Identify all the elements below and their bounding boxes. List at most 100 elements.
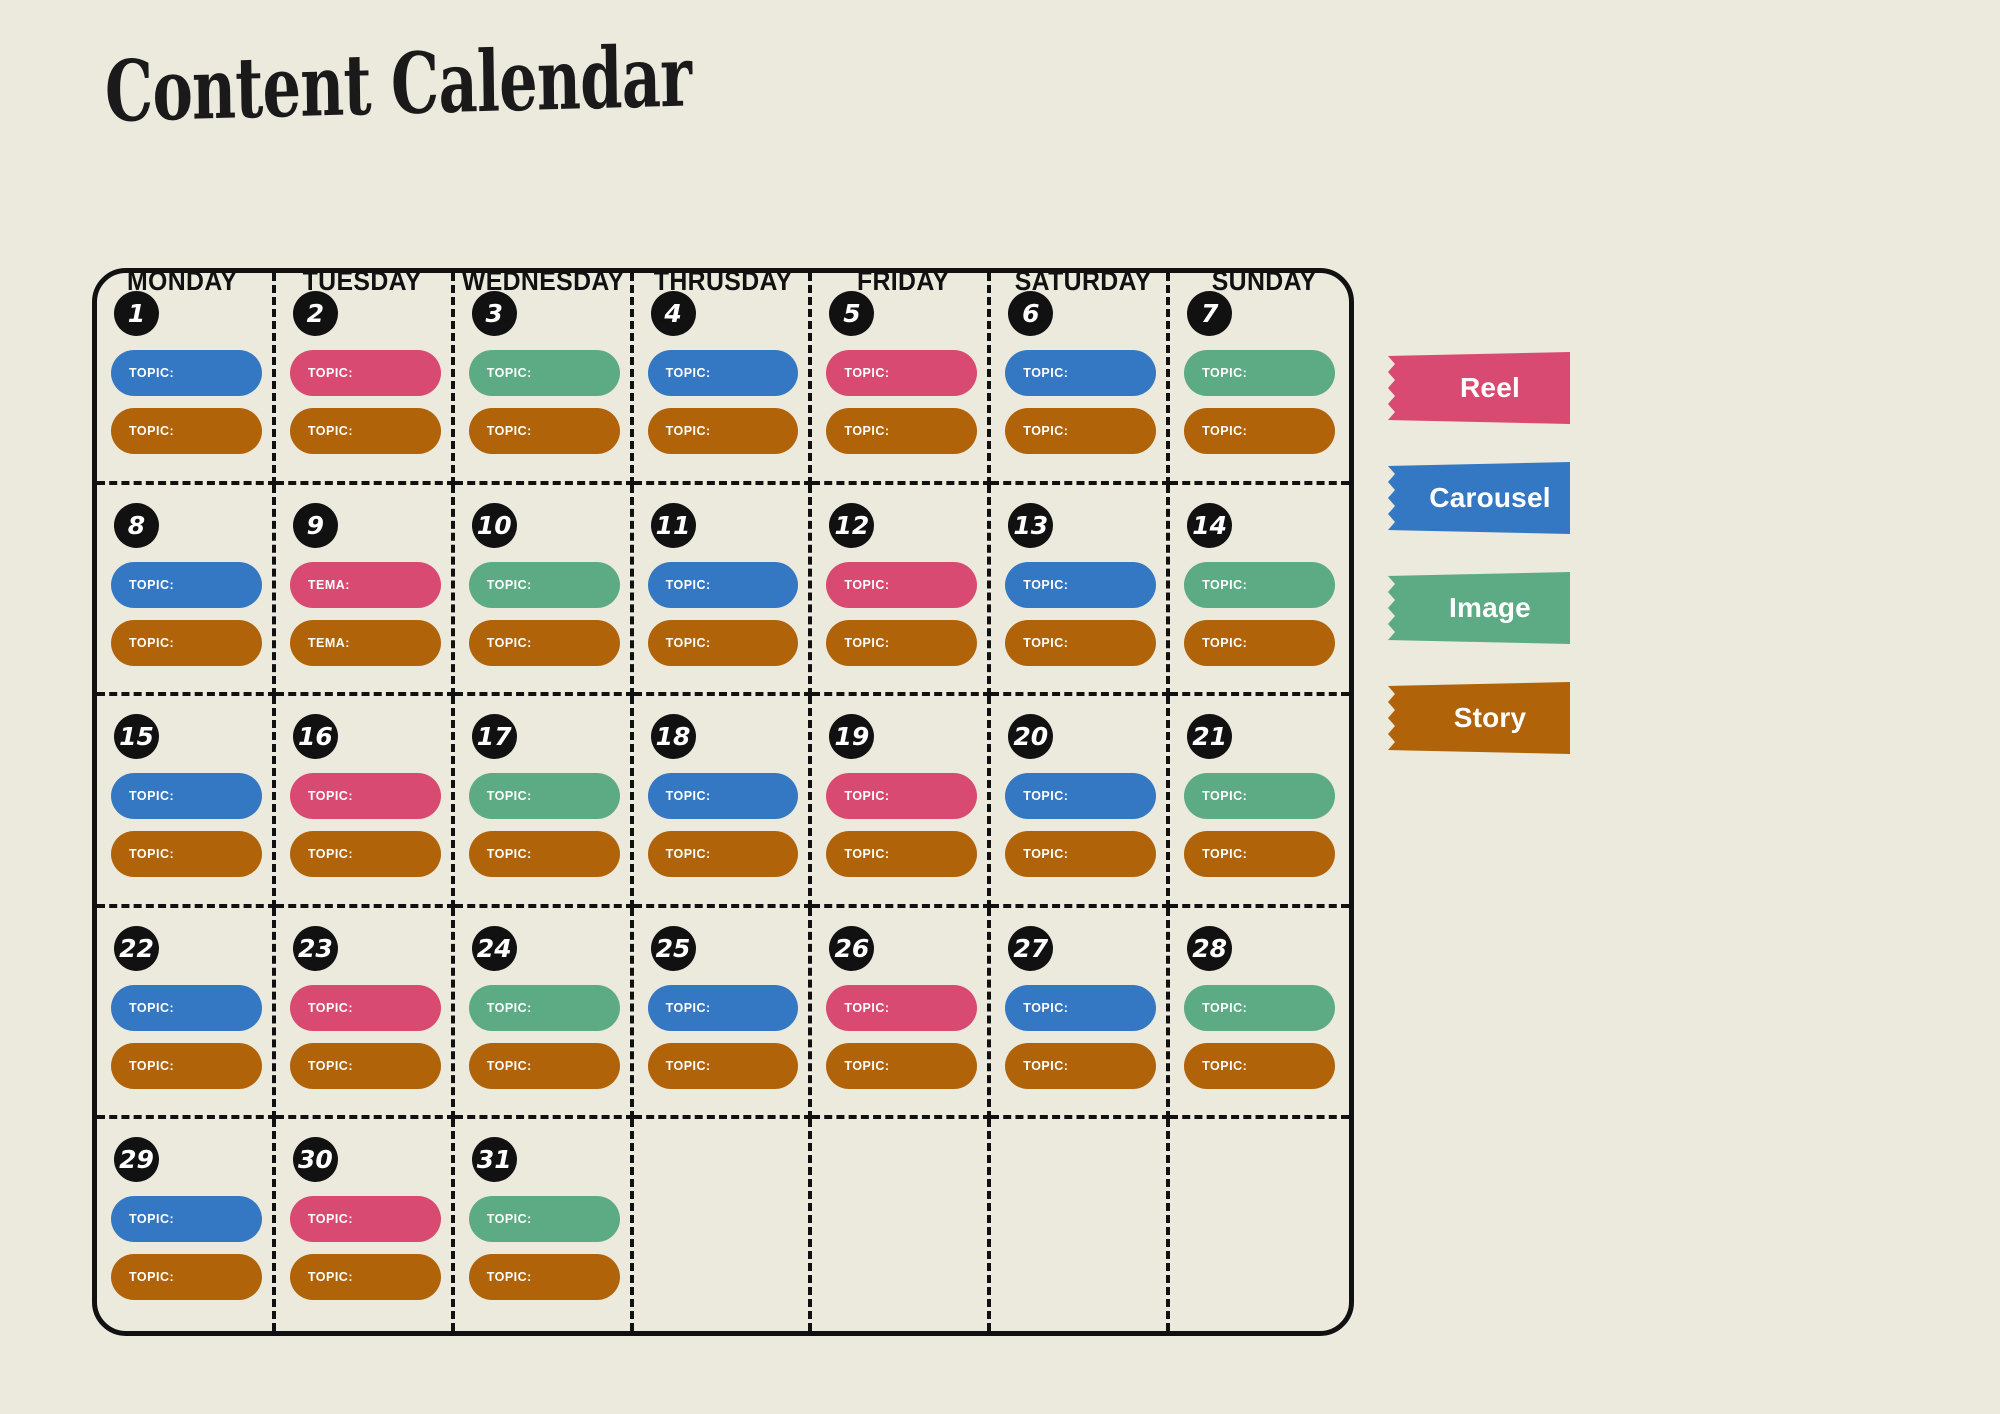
topic-pill-carousel[interactable]: TOPIC: — [111, 773, 262, 820]
topic-pill-carousel[interactable]: TOPIC: — [111, 350, 262, 396]
calendar-cell[interactable] — [812, 1119, 992, 1331]
topic-pill-story[interactable]: TEMA: — [289, 619, 441, 666]
topic-pill-story[interactable]: TOPIC: — [647, 619, 799, 666]
calendar-cell[interactable]: 13 TOPIC: TOPIC: — [991, 484, 1170, 697]
legend-item-reel[interactable]: Reel — [1388, 352, 1570, 424]
topic-pill-reel[interactable]: TOPIC: — [826, 350, 978, 396]
topic-pill-carousel[interactable]: TOPIC: — [647, 773, 799, 820]
topic-pill-image[interactable]: TOPIC: — [1184, 984, 1335, 1031]
calendar-cell[interactable]: 14 TOPIC: TOPIC: — [1170, 485, 1349, 697]
topic-pill-story[interactable]: TOPIC: — [647, 408, 799, 454]
topic-pill-image[interactable]: TOPIC: — [1184, 350, 1335, 396]
topic-pill-story[interactable]: TOPIC: — [826, 408, 978, 454]
calendar-cell[interactable]: 7 TOPIC: TOPIC: — [1170, 273, 1349, 485]
topic-pill-image[interactable]: TOPIC: — [468, 350, 620, 396]
calendar-cell[interactable]: 18 TOPIC: TOPIC: — [633, 696, 813, 908]
calendar-cell[interactable]: 22 TOPIC: TOPIC: — [97, 907, 276, 1120]
topic-pill-reel[interactable]: TOPIC: — [826, 984, 978, 1031]
topic-pill-story[interactable]: TOPIC: — [647, 831, 799, 878]
calendar-cell[interactable]: 27 TOPIC: TOPIC: — [991, 907, 1170, 1120]
topic-pill-story[interactable]: TOPIC: — [289, 1254, 441, 1301]
topic-pill-story[interactable]: TOPIC: — [289, 1042, 441, 1089]
calendar-cell[interactable]: 4 TOPIC: TOPIC: — [633, 273, 813, 485]
topic-pill-story[interactable]: TOPIC: — [468, 1254, 620, 1301]
calendar-cell[interactable]: 24 TOPIC: TOPIC: — [454, 907, 634, 1120]
topic-pill-reel[interactable]: TOPIC: — [826, 773, 978, 820]
calendar-cell[interactable]: 2 TOPIC: TOPIC: — [275, 273, 455, 485]
calendar-cell[interactable] — [991, 1119, 1170, 1331]
calendar-cell[interactable]: 28 TOPIC: TOPIC: — [1170, 908, 1349, 1120]
topic-pill-reel[interactable]: TOPIC: — [289, 984, 441, 1031]
topic-pill-carousel[interactable]: TOPIC: — [111, 561, 262, 608]
calendar-cell[interactable]: 10 TOPIC: TOPIC: — [454, 484, 634, 697]
topic-pill-story[interactable]: TOPIC: — [1184, 831, 1335, 878]
legend-item-story[interactable]: Story — [1388, 682, 1570, 754]
topic-pill-story[interactable]: TOPIC: — [468, 408, 620, 454]
topic-pill-carousel[interactable]: TOPIC: — [647, 984, 799, 1031]
topic-pill-story[interactable]: TOPIC: — [1005, 408, 1157, 454]
topic-pill-image[interactable]: TOPIC: — [468, 1196, 620, 1243]
topic-pill-story[interactable]: TOPIC: — [1005, 619, 1157, 666]
topic-pill-image[interactable]: TOPIC: — [1184, 773, 1335, 820]
topic-pill-reel[interactable]: TEMA: — [289, 561, 441, 608]
topic-pill-story[interactable]: TOPIC: — [111, 408, 262, 454]
topic-pill-reel[interactable]: TOPIC: — [826, 561, 978, 608]
calendar-cell[interactable]: 16 TOPIC: TOPIC: — [275, 696, 455, 908]
topic-pill-story[interactable]: TOPIC: — [1184, 408, 1335, 454]
calendar-cell[interactable]: 26 TOPIC: TOPIC: — [812, 907, 992, 1120]
topic-pill-carousel[interactable]: TOPIC: — [111, 984, 262, 1031]
calendar-cell[interactable]: 30 TOPIC: TOPIC: — [276, 1119, 455, 1331]
topic-pill-story[interactable]: TOPIC: — [1005, 831, 1157, 878]
calendar-cell[interactable]: 23 TOPIC: TOPIC: — [275, 907, 455, 1120]
topic-pill-story[interactable]: TOPIC: — [468, 1042, 620, 1089]
topic-pill-carousel[interactable]: TOPIC: — [1005, 561, 1157, 608]
calendar-cell[interactable]: 9 TEMA: TEMA: — [275, 484, 455, 697]
calendar-cell[interactable] — [1170, 1119, 1349, 1331]
topic-pill-image[interactable]: TOPIC: — [468, 773, 620, 820]
topic-pill-story[interactable]: TOPIC: — [111, 1254, 262, 1301]
topic-pill-story[interactable]: TOPIC: — [468, 619, 620, 666]
calendar-cell[interactable] — [634, 1119, 813, 1331]
topic-pill-image[interactable]: TOPIC: — [468, 561, 620, 608]
topic-pill-image[interactable]: TOPIC: — [468, 984, 620, 1031]
topic-pill-story[interactable]: TOPIC: — [1184, 1042, 1335, 1089]
calendar-cell[interactable]: 8 TOPIC: TOPIC: — [97, 484, 276, 697]
topic-pill-story[interactable]: TOPIC: — [111, 831, 262, 878]
legend-item-image[interactable]: Image — [1388, 572, 1570, 644]
calendar-cell[interactable]: 25 TOPIC: TOPIC: — [633, 907, 813, 1120]
topic-pill-story[interactable]: TOPIC: — [111, 1042, 262, 1089]
calendar-cell[interactable]: 6 TOPIC: TOPIC: — [991, 273, 1170, 485]
topic-pill-carousel[interactable]: TOPIC: — [1005, 773, 1157, 820]
calendar-cell[interactable]: 21 TOPIC: TOPIC: — [1170, 696, 1349, 908]
topic-pill-story[interactable]: TOPIC: — [647, 1042, 799, 1089]
calendar-cell[interactable]: 3 TOPIC: TOPIC: — [454, 273, 634, 485]
topic-pill-carousel[interactable]: TOPIC: — [1005, 984, 1157, 1031]
topic-pill-reel[interactable]: TOPIC: — [289, 1196, 441, 1243]
topic-pill-story[interactable]: TOPIC: — [1005, 1042, 1157, 1089]
calendar-cell[interactable]: 12 TOPIC: TOPIC: — [812, 484, 992, 697]
calendar-cell[interactable]: 19 TOPIC: TOPIC: — [812, 696, 992, 908]
calendar-cell[interactable]: 29 TOPIC: TOPIC: — [97, 1119, 276, 1331]
topic-pill-carousel[interactable]: TOPIC: — [1005, 350, 1157, 396]
calendar-cell[interactable]: 1 TOPIC: TOPIC: — [97, 273, 276, 485]
topic-pill-carousel[interactable]: TOPIC: — [647, 561, 799, 608]
topic-pill-story[interactable]: TOPIC: — [826, 1042, 978, 1089]
topic-pill-story[interactable]: TOPIC: — [826, 619, 978, 666]
calendar-cell[interactable]: 5 TOPIC: TOPIC: — [812, 273, 992, 485]
topic-pill-story[interactable]: TOPIC: — [289, 408, 441, 454]
calendar-cell[interactable]: 11 TOPIC: TOPIC: — [633, 484, 813, 697]
calendar-cell[interactable]: 20 TOPIC: TOPIC: — [991, 696, 1170, 908]
topic-pill-image[interactable]: TOPIC: — [1184, 561, 1335, 608]
calendar-cell[interactable]: 17 TOPIC: TOPIC: — [454, 696, 634, 908]
topic-pill-story[interactable]: TOPIC: — [289, 831, 441, 878]
legend-item-carousel[interactable]: Carousel — [1388, 462, 1570, 534]
topic-pill-story[interactable]: TOPIC: — [1184, 619, 1335, 666]
calendar-cell[interactable]: 15 TOPIC: TOPIC: — [97, 696, 276, 908]
topic-pill-carousel[interactable]: TOPIC: — [111, 1196, 262, 1243]
topic-pill-story[interactable]: TOPIC: — [468, 831, 620, 878]
topic-pill-carousel[interactable]: TOPIC: — [647, 350, 799, 396]
topic-pill-reel[interactable]: TOPIC: — [289, 773, 441, 820]
topic-pill-reel[interactable]: TOPIC: — [289, 350, 441, 396]
topic-pill-story[interactable]: TOPIC: — [111, 619, 262, 666]
topic-pill-story[interactable]: TOPIC: — [826, 831, 978, 878]
